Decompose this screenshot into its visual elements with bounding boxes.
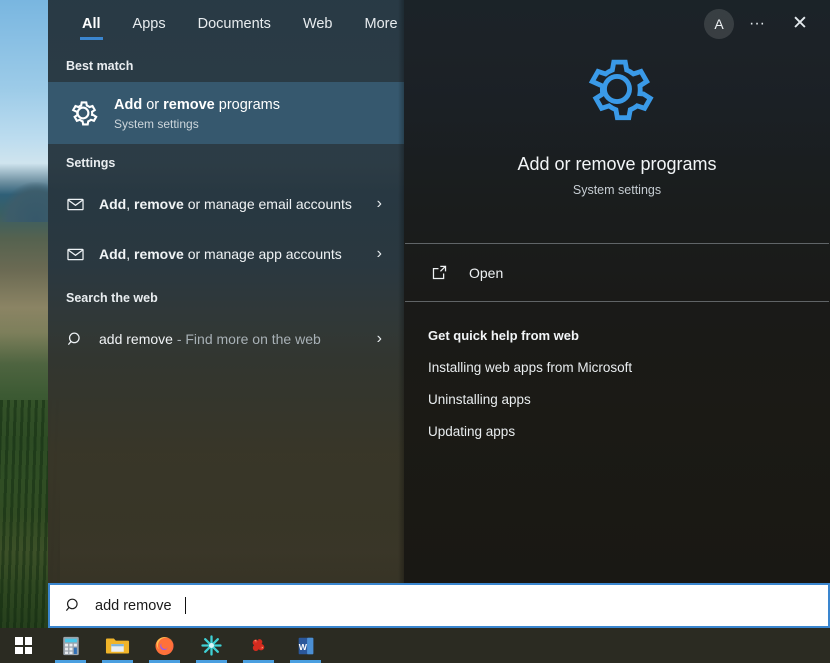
settings-app-part-2: remove: [134, 246, 184, 262]
best-match-subtitle: System settings: [114, 117, 280, 131]
screen: All Apps Documents Web More Best match: [0, 0, 830, 663]
search-input[interactable]: add remove: [48, 583, 830, 628]
preview-title: Add or remove programs: [517, 154, 716, 175]
avatar[interactable]: A: [704, 9, 734, 39]
settings-email-part-3: or manage email accounts: [184, 196, 352, 212]
more-options-button[interactable]: ···: [740, 7, 774, 41]
taskbar-item-asterisk-app[interactable]: [188, 628, 235, 663]
best-match-result[interactable]: Add or remove programs System settings: [48, 82, 404, 144]
settings-email-part-0: Add: [99, 196, 126, 212]
search-input-value: add remove: [95, 598, 172, 614]
best-match-header: Best match: [48, 47, 404, 82]
taskbar: W: [0, 628, 830, 663]
file-explorer-icon: [105, 635, 130, 657]
ellipsis-icon: ···: [749, 15, 765, 33]
envelope-icon: [66, 245, 85, 264]
asterisk-app-icon: [200, 634, 223, 657]
tab-more-label: More: [365, 16, 398, 32]
best-match-title-part-1: or: [142, 97, 163, 113]
web-search-item[interactable]: add remove - Find more on the web ›: [48, 314, 404, 364]
best-match-title-part-3: programs: [215, 97, 280, 113]
search-icon: [64, 596, 83, 615]
settings-item-app-label: Add, remove or manage app accounts: [99, 245, 363, 264]
settings-app-part-0: Add: [99, 246, 126, 262]
divider-bottom: [405, 301, 829, 302]
best-match-title: Add or remove programs: [114, 96, 280, 115]
firefox-icon: [153, 634, 176, 657]
best-match-title-part-0: Add: [114, 97, 142, 113]
help-link-uninstalling[interactable]: Uninstalling apps: [404, 375, 830, 407]
open-label: Open: [469, 265, 503, 281]
tab-apps[interactable]: Apps: [117, 0, 182, 47]
windows-start-icon: [15, 637, 32, 654]
results-pane: All Apps Documents Web More Best match: [48, 0, 404, 583]
text-cursor: [185, 597, 186, 614]
svg-text:W: W: [298, 642, 307, 652]
settings-item-app-body: Add, remove or manage app accounts: [99, 245, 363, 264]
settings-item-email-body: Add, remove or manage email accounts: [99, 195, 363, 214]
best-match-title-part-2: remove: [163, 97, 215, 113]
word-icon: W: [295, 635, 317, 657]
open-external-icon: [430, 263, 449, 282]
settings-app-part-3: or manage app accounts: [184, 246, 342, 262]
web-search-body: add remove - Find more on the web: [99, 330, 363, 349]
settings-email-part-1: ,: [126, 196, 134, 212]
tab-bar: All Apps Documents Web More: [48, 0, 404, 47]
taskbar-item-file-explorer[interactable]: [94, 628, 141, 663]
search-icon: [66, 330, 85, 349]
gear-icon: [66, 96, 100, 130]
avatar-initial: A: [714, 16, 723, 32]
taskbar-item-calculator[interactable]: [47, 628, 94, 663]
chevron-right-icon[interactable]: ›: [377, 195, 394, 213]
settings-item-app-accounts[interactable]: Add, remove or manage app accounts ›: [48, 229, 404, 279]
divider-top: [405, 243, 829, 244]
web-search-label: add remove - Find more on the web: [99, 330, 363, 349]
close-button[interactable]: ✕: [780, 7, 820, 41]
gear-icon: [574, 46, 660, 132]
calculator-icon: [60, 635, 82, 657]
settings-item-email-accounts[interactable]: Add, remove or manage email accounts ›: [48, 179, 404, 229]
tab-web-label: Web: [303, 16, 333, 32]
red-app-icon: [247, 634, 270, 657]
tab-documents-label: Documents: [198, 16, 271, 32]
start-button[interactable]: [0, 628, 47, 663]
chevron-right-icon[interactable]: ›: [377, 330, 394, 348]
window-controls: A ··· ✕: [704, 0, 820, 47]
tab-all[interactable]: All: [66, 0, 117, 47]
settings-app-part-1: ,: [126, 246, 134, 262]
quick-help-header: Get quick help from web: [404, 302, 830, 343]
search-flyout: All Apps Documents Web More Best match: [48, 0, 830, 583]
taskbar-item-word[interactable]: W: [282, 628, 329, 663]
taskbar-item-red-app[interactable]: [235, 628, 282, 663]
tab-all-label: All: [82, 16, 101, 32]
web-search-suffix: - Find more on the web: [173, 331, 321, 347]
search-web-header: Search the web: [48, 279, 404, 314]
chevron-right-icon[interactable]: ›: [377, 245, 394, 263]
web-search-query: add remove: [99, 331, 173, 347]
tab-documents[interactable]: Documents: [182, 0, 287, 47]
settings-header: Settings: [48, 144, 404, 179]
preview-pane: A ··· ✕ Add or remove programs System: [404, 0, 830, 583]
close-icon: ✕: [792, 12, 808, 35]
settings-item-email-label: Add, remove or manage email accounts: [99, 195, 363, 214]
preview-subtitle: System settings: [573, 183, 661, 197]
taskbar-item-firefox[interactable]: [141, 628, 188, 663]
tab-apps-label: Apps: [133, 16, 166, 32]
open-action[interactable]: Open: [404, 244, 830, 301]
help-link-updating[interactable]: Updating apps: [404, 407, 830, 439]
envelope-icon: [66, 195, 85, 214]
tab-web[interactable]: Web: [287, 0, 349, 47]
best-match-text: Add or remove programs System settings: [114, 96, 280, 131]
settings-email-part-2: remove: [134, 196, 184, 212]
help-link-installing[interactable]: Installing web apps from Microsoft: [404, 343, 830, 375]
